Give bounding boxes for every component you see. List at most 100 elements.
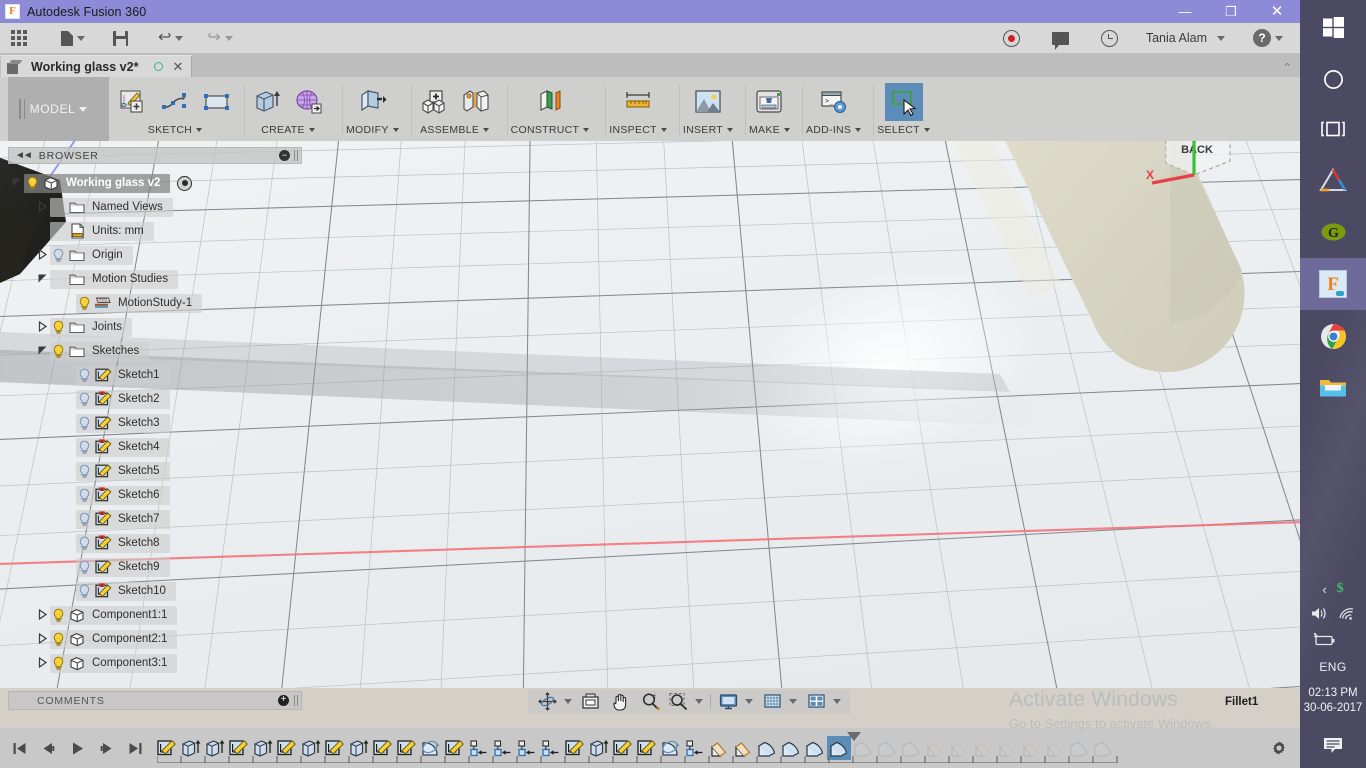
- tree-node-sketch9[interactable]: Sketch9: [8, 555, 302, 579]
- panel-inspect-label[interactable]: INSPECT: [609, 121, 667, 139]
- light-bulb-icon[interactable]: [76, 560, 93, 575]
- autodesk-triangle-icon[interactable]: [1300, 154, 1366, 206]
- tree-node-motionstudy-1[interactable]: MotionStudy-1: [8, 291, 302, 315]
- workspace-switcher-button[interactable]: MODEL: [8, 77, 109, 141]
- add-comment-icon[interactable]: +: [278, 695, 289, 706]
- light-bulb-icon[interactable]: [50, 320, 67, 335]
- tree-row[interactable]: Sketch1: [76, 365, 170, 385]
- dollar-icon[interactable]: $: [1337, 581, 1344, 597]
- display-icon[interactable]: [718, 691, 739, 712]
- light-bulb-icon[interactable]: [76, 584, 93, 599]
- tree-node-named-views[interactable]: Named Views: [8, 195, 302, 219]
- resize-grip-icon[interactable]: [294, 150, 298, 161]
- timeline-track[interactable]: [155, 728, 1118, 768]
- tree-twisty-collapsed[interactable]: [34, 608, 50, 622]
- cortana-button[interactable]: [1300, 54, 1366, 104]
- chevron-down-icon[interactable]: [833, 699, 841, 704]
- tree-row[interactable]: Sketch8: [76, 533, 170, 553]
- pan-hand-icon[interactable]: [610, 691, 631, 712]
- chevron-down-icon[interactable]: [745, 699, 753, 704]
- tree-node-joints[interactable]: Joints: [8, 315, 302, 339]
- comments-button[interactable]: [1045, 23, 1076, 53]
- minimize-button[interactable]: —: [1162, 0, 1208, 23]
- file-explorer-app[interactable]: [1300, 362, 1366, 414]
- tree-row[interactable]: Sketch9: [76, 557, 170, 577]
- light-bulb-icon[interactable]: [76, 392, 93, 407]
- tree-row[interactable]: Units: mm: [50, 221, 154, 241]
- 3d-print-icon[interactable]: [750, 83, 788, 121]
- tree-node-sketch7[interactable]: Sketch7: [8, 507, 302, 531]
- extrude-icon[interactable]: [248, 83, 286, 121]
- minimize-panel-icon[interactable]: −: [279, 150, 290, 161]
- new-component-icon[interactable]: [415, 83, 453, 121]
- sculpt-form-icon[interactable]: [290, 83, 328, 121]
- rectangle-icon[interactable]: [198, 83, 236, 121]
- press-pull-icon[interactable]: [353, 83, 391, 121]
- create-sketch-icon[interactable]: [114, 83, 152, 121]
- spline-icon[interactable]: [156, 83, 194, 121]
- tree-twisty-expanded[interactable]: [8, 177, 24, 190]
- maximize-button[interactable]: ❐: [1208, 0, 1254, 23]
- viewports-icon[interactable]: [806, 691, 827, 712]
- panel-make-label[interactable]: MAKE: [749, 121, 790, 139]
- look-at-icon[interactable]: [580, 691, 601, 712]
- tree-row[interactable]: Sketch7: [76, 509, 170, 529]
- tree-row[interactable]: Sketch5: [76, 461, 170, 481]
- tree-row[interactable]: Named Views: [50, 197, 173, 217]
- new-file-button[interactable]: [54, 23, 92, 53]
- tree-twisty-collapsed[interactable]: [34, 320, 50, 334]
- wifi-icon[interactable]: [1338, 606, 1355, 624]
- collapse-ribbon-icon[interactable]: ⌃: [1283, 61, 1292, 74]
- tree-node-sketch5[interactable]: Sketch5: [8, 459, 302, 483]
- light-bulb-icon[interactable]: [76, 296, 93, 311]
- light-bulb-icon[interactable]: [76, 512, 93, 527]
- task-view-button[interactable]: [1300, 104, 1366, 154]
- light-bulb-icon[interactable]: [24, 176, 41, 191]
- tree-node-motion-studies[interactable]: Motion Studies: [8, 267, 302, 291]
- tree-node-component2-1[interactable]: Component2:1: [8, 627, 302, 651]
- close-button[interactable]: ✕: [1254, 0, 1300, 23]
- battery-charging-icon[interactable]: [1312, 632, 1336, 650]
- light-bulb-icon[interactable]: [76, 440, 93, 455]
- chrome-app[interactable]: [1300, 310, 1366, 362]
- light-bulb-icon[interactable]: [76, 416, 93, 431]
- start-button[interactable]: [1300, 0, 1366, 54]
- chevron-down-icon[interactable]: [564, 699, 572, 704]
- redo-button[interactable]: ↪: [200, 23, 239, 53]
- orbit-icon[interactable]: [537, 691, 558, 712]
- tree-row[interactable]: Sketch10: [76, 581, 176, 601]
- panel-addins-label[interactable]: ADD-INS: [806, 121, 862, 139]
- volume-icon[interactable]: [1311, 606, 1328, 624]
- tree-node-units-mm[interactable]: Units: mm: [8, 219, 302, 243]
- panel-modify-label[interactable]: MODIFY: [346, 121, 399, 139]
- zoom-window-icon[interactable]: [668, 691, 689, 712]
- panel-create-label[interactable]: CREATE: [261, 121, 315, 139]
- joint-icon[interactable]: [457, 83, 495, 121]
- collapse-panel-icon[interactable]: ◄◄: [15, 150, 33, 161]
- tree-node-sketch8[interactable]: Sketch8: [8, 531, 302, 555]
- app-grid-button[interactable]: [0, 23, 34, 53]
- light-bulb-icon[interactable]: [76, 488, 93, 503]
- fusion360-app[interactable]: F: [1300, 258, 1366, 310]
- tree-node-sketches[interactable]: Sketches: [8, 339, 302, 363]
- resize-grip-icon[interactable]: [294, 695, 298, 706]
- chevron-down-icon[interactable]: [789, 699, 797, 704]
- tree-node-sketch6[interactable]: Sketch6: [8, 483, 302, 507]
- clock-date[interactable]: 02:13 PM 30-06-2017: [1300, 680, 1366, 724]
- undo-button[interactable]: ↩: [151, 23, 190, 53]
- activate-component-icon[interactable]: [177, 175, 193, 191]
- measure-icon[interactable]: [619, 83, 657, 121]
- insert-image-icon[interactable]: [689, 83, 727, 121]
- light-bulb-icon[interactable]: [76, 536, 93, 551]
- light-bulb-icon[interactable]: [50, 632, 67, 647]
- action-center-icon[interactable]: [1300, 724, 1366, 768]
- tree-row[interactable]: Working glass v2: [24, 173, 171, 193]
- offset-plane-icon[interactable]: [531, 83, 569, 121]
- tree-twisty-collapsed[interactable]: [34, 632, 50, 646]
- tree-row[interactable]: MotionStudy-1: [76, 293, 203, 313]
- job-status-button[interactable]: [1094, 23, 1125, 53]
- grid-icon[interactable]: [762, 691, 783, 712]
- document-tab-working-glass[interactable]: Working glass v2* ✕: [0, 55, 193, 77]
- tree-node-component3-1[interactable]: Component3:1: [8, 651, 302, 675]
- tree-node-sketch10[interactable]: Sketch10: [8, 579, 302, 603]
